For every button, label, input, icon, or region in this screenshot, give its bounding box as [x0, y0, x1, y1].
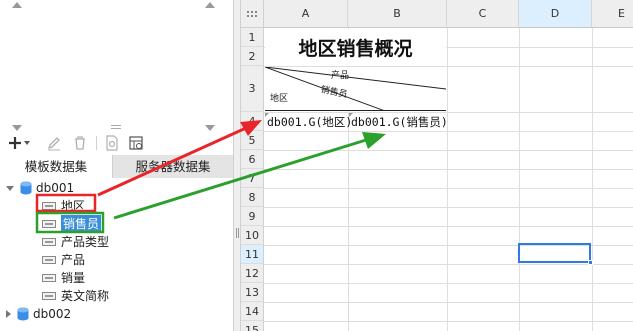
tree-field-sales[interactable]: 销量 — [42, 269, 85, 287]
field-icon — [42, 292, 56, 300]
row-header-5[interactable]: 5 — [241, 131, 264, 150]
expand-caret-icon[interactable] — [6, 310, 11, 318]
grid-line — [264, 150, 633, 151]
grid-line — [264, 321, 633, 322]
slash-label-bottom: 地区 — [270, 94, 289, 104]
column-header-a[interactable]: A — [264, 0, 348, 28]
spreadsheet: A B C D E 1 2 3 4 5 6 7 8 9 10 11 12 13 … — [241, 0, 633, 331]
row-header-15[interactable]: 15 — [241, 321, 264, 331]
template-panel-area — [0, 0, 233, 131]
tree-field-product-type[interactable]: 产品类型 — [42, 233, 109, 251]
field-icon — [42, 202, 56, 210]
grid-line — [264, 169, 633, 170]
scroll-up-arrow-icon[interactable] — [12, 2, 22, 8]
dataset-tabs: 模板数据集 服务器数据集 — [0, 155, 233, 178]
tab-template-datasets[interactable]: 模板数据集 — [0, 155, 112, 178]
field-label: 产品类型 — [61, 235, 110, 249]
grid-line — [519, 28, 520, 331]
tree-field-english-abbr[interactable]: 英文简称 — [42, 287, 109, 305]
select-all-corner[interactable] — [241, 0, 264, 28]
expand-caret-icon[interactable] — [6, 185, 14, 191]
grid-line — [592, 28, 593, 331]
field-icon — [42, 238, 56, 246]
grid-line — [264, 207, 633, 208]
column-header-b[interactable]: B — [348, 0, 447, 28]
grid-dots-icon — [247, 11, 257, 17]
edit-icon[interactable] — [44, 134, 64, 152]
column-header-e[interactable]: E — [592, 0, 633, 28]
scroll-down-arrow-icon[interactable] — [205, 125, 215, 131]
slash-header-cell[interactable]: 产品 销售员 地区 — [265, 67, 446, 111]
panel-splitter[interactable] — [233, 0, 241, 331]
dataset-tree: db001 地区 销售员 产品类型 产品 销量 英文简称 db002 — [0, 178, 233, 331]
panel-resize-grip[interactable] — [111, 125, 121, 129]
row-header-2[interactable]: 2 — [241, 47, 264, 66]
delete-icon[interactable] — [70, 134, 90, 152]
database-icon — [17, 307, 29, 321]
row-header-9[interactable]: 9 — [241, 207, 264, 226]
grid-line — [264, 226, 633, 227]
row-header-12[interactable]: 12 — [241, 264, 264, 283]
slash-label-top: 产品 — [331, 71, 350, 81]
field-label: 英文简称 — [61, 289, 110, 303]
grid-line — [264, 131, 633, 132]
field-label: 销售员 — [61, 215, 102, 233]
row-header-7[interactable]: 7 — [241, 169, 264, 188]
add-icon[interactable] — [6, 134, 32, 152]
column-header-d[interactable]: D — [519, 0, 592, 28]
grid-line — [264, 302, 633, 303]
scroll-up-arrow-icon[interactable] — [205, 2, 215, 8]
field-icon — [42, 220, 56, 228]
report-title-cell[interactable]: 地区销售概况 — [265, 29, 446, 66]
splitter-grip-icon[interactable] — [236, 228, 239, 238]
row-header-8[interactable]: 8 — [241, 188, 264, 207]
field-icon — [42, 274, 56, 282]
server-data-icon[interactable] — [126, 134, 146, 152]
row-header-11[interactable]: 11 — [241, 245, 264, 264]
selected-cell-d11[interactable] — [518, 243, 593, 265]
diagonal-lines — [265, 67, 446, 111]
row-header-14[interactable]: 14 — [241, 302, 264, 321]
grid-line — [264, 283, 633, 284]
tab-server-datasets[interactable]: 服务器数据集 — [112, 155, 233, 178]
dataset-toolbar — [0, 132, 233, 154]
tree-node-label: db002 — [33, 307, 72, 321]
tree-node-db001[interactable]: db001 — [6, 179, 74, 197]
row-header-6[interactable]: 6 — [241, 150, 264, 169]
cell-a4[interactable]: db001.G(地区) — [267, 113, 352, 131]
database-icon — [20, 181, 32, 195]
toolbar-separator — [96, 136, 97, 150]
grid-line — [447, 28, 448, 331]
tree-node-label: db001 — [36, 181, 75, 195]
row-header-1[interactable]: 1 — [241, 28, 264, 47]
row-header-4[interactable]: 4 — [241, 112, 264, 131]
field-icon — [42, 256, 56, 264]
tree-node-db002[interactable]: db002 — [6, 305, 71, 323]
tree-field-product[interactable]: 产品 — [42, 251, 85, 269]
fill-handle[interactable] — [588, 260, 593, 265]
tree-field-region[interactable]: 地区 — [42, 197, 85, 215]
grid-line — [264, 188, 633, 189]
field-label: 产品 — [61, 253, 86, 267]
cell-b4[interactable]: db001.G(销售员) — [351, 113, 448, 131]
column-header-c[interactable]: C — [447, 0, 519, 28]
field-label: 销量 — [61, 271, 86, 285]
preview-icon[interactable] — [102, 134, 122, 152]
grid-line — [264, 264, 633, 265]
row-header-13[interactable]: 13 — [241, 283, 264, 302]
tree-field-salesperson[interactable]: 销售员 — [42, 215, 102, 233]
scroll-down-arrow-icon[interactable] — [12, 125, 22, 131]
dataset-panel: 模板数据集 服务器数据集 db001 地区 销售员 产品类型 产品 销量 英文简… — [0, 0, 233, 331]
field-label: 地区 — [61, 199, 86, 213]
row-header-10[interactable]: 10 — [241, 226, 264, 245]
row-header-3[interactable]: 3 — [241, 66, 264, 112]
